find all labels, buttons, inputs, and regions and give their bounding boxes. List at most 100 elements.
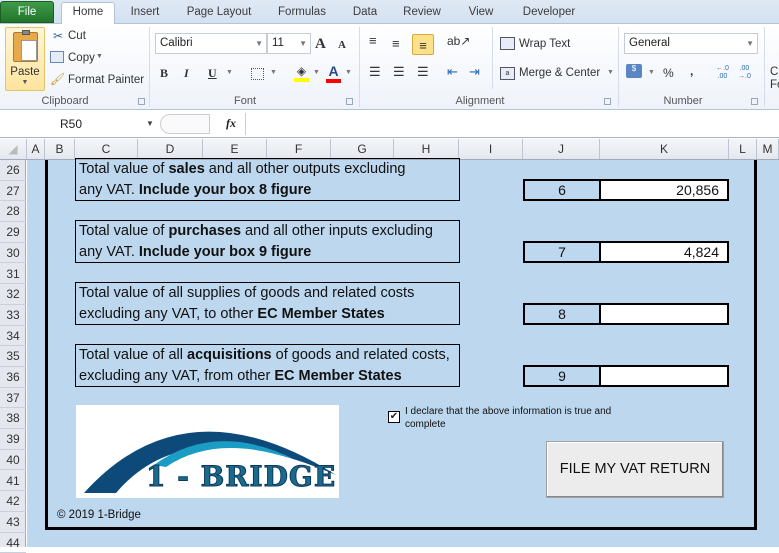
italic-button[interactable]: I: [184, 66, 189, 81]
increase-decimal-button[interactable]: ←.0.00: [716, 65, 729, 81]
percent-button[interactable]: %: [663, 66, 674, 80]
tab-home[interactable]: Home: [61, 2, 115, 24]
number-launcher-icon[interactable]: [751, 98, 758, 105]
shrink-font-button[interactable]: A: [338, 39, 346, 51]
column-header-g[interactable]: G: [331, 139, 394, 159]
conditional-formatting-button-cutoff[interactable]: CFo: [770, 66, 779, 92]
row-header-32[interactable]: 32: [0, 284, 26, 305]
column-header-b[interactable]: B: [45, 139, 75, 159]
align-middle-icon[interactable]: ≡: [392, 36, 400, 51]
paste-button[interactable]: Paste ▼: [5, 27, 45, 91]
fill-color-icon[interactable]: ◈: [294, 64, 309, 82]
font-color-dropdown-icon[interactable]: ▼: [345, 69, 352, 76]
align-center-icon[interactable]: ☰: [393, 64, 405, 80]
row-header-38[interactable]: 38: [0, 408, 26, 430]
row-header-40[interactable]: 40: [0, 450, 26, 471]
tab-review[interactable]: Review: [397, 3, 447, 24]
row-header-36[interactable]: 36: [0, 367, 26, 388]
row-header-41[interactable]: 41: [0, 471, 26, 492]
select-all-corner[interactable]: ◢: [0, 139, 27, 159]
font-name-select[interactable]: Calibri ▼: [155, 33, 267, 54]
tab-data[interactable]: Data: [345, 3, 385, 24]
font-size-select[interactable]: 11 ▼: [267, 33, 311, 54]
underline-dropdown-icon[interactable]: ▼: [226, 69, 233, 76]
row-header-35[interactable]: 35: [0, 346, 26, 367]
copy-dropdown-icon[interactable]: ▼: [96, 53, 103, 60]
formula-input[interactable]: [245, 113, 779, 135]
column-header-m[interactable]: M: [757, 139, 779, 159]
borders-icon[interactable]: [251, 68, 264, 80]
accounting-format-icon[interactable]: $: [626, 64, 642, 78]
column-header-d[interactable]: D: [138, 139, 203, 159]
column-header-j[interactable]: J: [523, 139, 600, 159]
orientation-icon[interactable]: ab↗: [447, 34, 470, 48]
fx-icon[interactable]: fx: [226, 116, 236, 131]
alignment-launcher-icon[interactable]: [604, 98, 611, 105]
column-header-k[interactable]: K: [600, 139, 729, 159]
tab-formulas[interactable]: Formulas: [270, 3, 334, 24]
row-header-31[interactable]: 31: [0, 264, 26, 285]
row-header-37[interactable]: 37: [0, 388, 26, 409]
tab-developer[interactable]: Developer: [515, 3, 583, 24]
column-header-f[interactable]: F: [267, 139, 331, 159]
align-right-icon[interactable]: ☰: [417, 64, 429, 80]
clipboard-launcher-icon[interactable]: [138, 98, 145, 105]
tab-view[interactable]: View: [460, 3, 502, 24]
row-header-39[interactable]: 39: [0, 429, 26, 450]
align-bottom-icon[interactable]: ≡: [412, 34, 434, 55]
comma-button[interactable]: ,: [690, 64, 693, 78]
bold-button[interactable]: B: [160, 66, 168, 81]
column-header-e[interactable]: E: [203, 139, 267, 159]
row-header-30[interactable]: 30: [0, 243, 26, 264]
question-line-2: any VAT. Include your box 8 figure: [79, 180, 459, 201]
borders-dropdown-icon[interactable]: ▼: [270, 69, 277, 76]
font-color-icon[interactable]: A: [326, 63, 341, 83]
number-format-select[interactable]: General ▼: [624, 33, 758, 54]
row-header-34[interactable]: 34: [0, 326, 26, 347]
align-left-icon[interactable]: ☰: [369, 64, 381, 80]
tab-file[interactable]: File: [0, 1, 54, 23]
box-value-9[interactable]: [599, 365, 729, 387]
cut-button[interactable]: Cut: [68, 30, 86, 42]
copy-button[interactable]: Copy: [68, 52, 95, 64]
merge-center-dropdown-icon[interactable]: ▼: [607, 69, 614, 76]
column-header-l[interactable]: L: [729, 139, 757, 159]
decrease-decimal-button[interactable]: .00 →.0: [738, 65, 751, 81]
paste-dropdown-icon[interactable]: ▼: [6, 79, 44, 86]
column-header-i[interactable]: I: [459, 139, 523, 159]
accounting-dropdown-icon[interactable]: ▼: [648, 69, 655, 76]
name-box[interactable]: R50: [0, 113, 160, 135]
row-header-42[interactable]: 42: [0, 491, 26, 512]
box-value-6[interactable]: 20,856: [599, 179, 729, 201]
column-header-c[interactable]: C: [75, 139, 138, 159]
underline-button[interactable]: U: [208, 66, 217, 81]
decrease-indent-icon[interactable]: ⇤: [447, 64, 458, 80]
box-value-8[interactable]: [599, 303, 729, 325]
row-header-27[interactable]: 27: [0, 181, 26, 202]
row-header-26[interactable]: 26: [0, 160, 26, 181]
tab-insert[interactable]: Insert: [120, 3, 170, 24]
row-header-33[interactable]: 33: [0, 305, 26, 326]
row-header-44[interactable]: 44: [0, 533, 26, 553]
row-header-28[interactable]: 28: [0, 201, 26, 223]
box-value-7[interactable]: 4,824: [599, 241, 729, 263]
tab-page-layout[interactable]: Page Layout: [180, 3, 258, 24]
column-header-a[interactable]: A: [27, 139, 45, 159]
paste-icon: [13, 30, 38, 62]
number-format-value: General: [629, 37, 670, 49]
row-header-29[interactable]: 29: [0, 222, 26, 243]
grow-font-button[interactable]: A: [315, 36, 326, 53]
name-box-dropdown-icon[interactable]: ▼: [146, 119, 154, 128]
declaration-checkbox[interactable]: ✔: [388, 411, 400, 423]
increase-indent-icon[interactable]: ⇥: [469, 64, 480, 80]
font-launcher-icon[interactable]: [346, 98, 353, 105]
fill-color-dropdown-icon[interactable]: ▼: [313, 69, 320, 76]
merge-center-button[interactable]: Merge & Center: [519, 67, 600, 79]
column-header-h[interactable]: H: [394, 139, 459, 159]
row-header-43[interactable]: 43: [0, 512, 26, 533]
format-painter-button[interactable]: Format Painter: [68, 74, 144, 86]
file-vat-return-button[interactable]: FILE MY VAT RETURN: [546, 441, 724, 498]
align-top-icon[interactable]: ≡: [369, 33, 377, 48]
formula-bar-handle[interactable]: [160, 114, 210, 134]
wrap-text-button[interactable]: Wrap Text: [519, 38, 570, 50]
